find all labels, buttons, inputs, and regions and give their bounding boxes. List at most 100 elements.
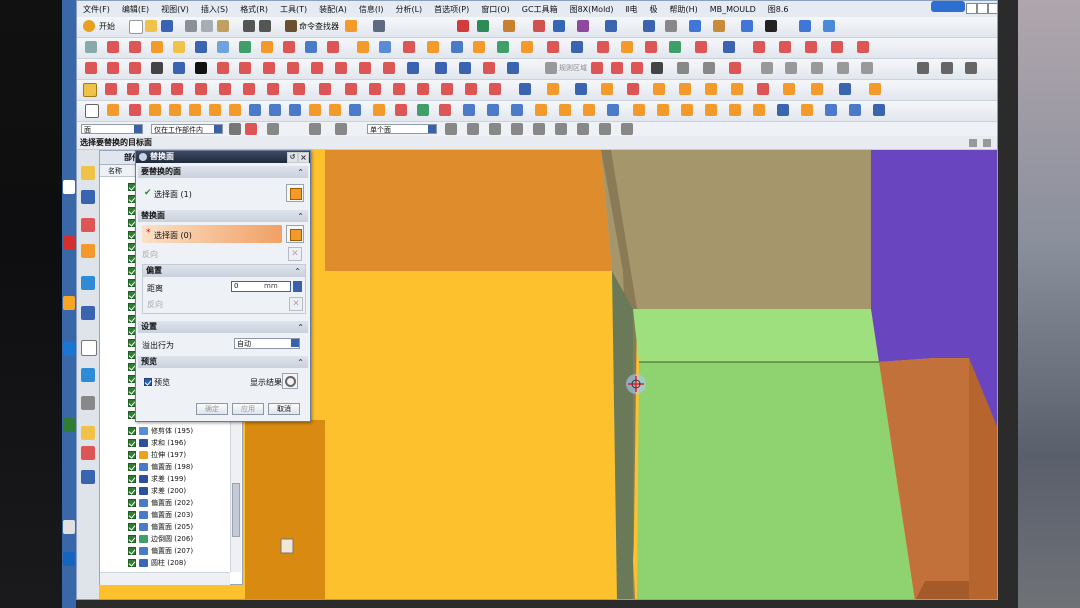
- app-shortcut-icon[interactable]: [63, 342, 75, 356]
- feature-checkbox[interactable]: [128, 463, 136, 471]
- n-sided-icon[interactable]: [779, 41, 791, 53]
- intersect-tool-icon[interactable]: [289, 104, 301, 116]
- feature-checkbox[interactable]: [128, 535, 136, 543]
- orange-top-face[interactable]: [325, 150, 612, 271]
- feature-checkbox[interactable]: [128, 475, 136, 483]
- replace-face-icon[interactable]: [451, 41, 463, 53]
- close-view-icon[interactable]: [983, 139, 991, 147]
- block-tool-icon[interactable]: [149, 104, 161, 116]
- intersection-point-icon[interactable]: [441, 83, 453, 95]
- show-result-button[interactable]: [282, 373, 298, 389]
- list-item[interactable]: 边倒圆 (206): [128, 533, 193, 545]
- feature-checkbox[interactable]: [128, 487, 136, 495]
- make-coplanar-icon[interactable]: [777, 104, 789, 116]
- sketch-icon[interactable]: [85, 41, 97, 53]
- overflow-behavior-select[interactable]: 自动: [234, 338, 300, 349]
- end-point-icon[interactable]: [369, 83, 381, 95]
- unite-tool-icon[interactable]: [249, 104, 261, 116]
- project-icon[interactable]: [287, 62, 299, 74]
- distance-input[interactable]: 0 mm: [231, 281, 291, 292]
- restore-view-icon[interactable]: [969, 139, 977, 147]
- ruled-area-label[interactable]: 规则区域: [559, 63, 587, 73]
- offset-region-icon[interactable]: [583, 104, 595, 116]
- scrollbar-thumb[interactable]: [232, 483, 240, 537]
- pointer-icon[interactable]: [267, 123, 279, 135]
- save-icon[interactable]: [161, 20, 173, 32]
- palette-icon[interactable]: [81, 426, 95, 440]
- curve-icon[interactable]: [553, 20, 565, 32]
- feature-checkbox[interactable]: [128, 523, 136, 531]
- text-icon[interactable]: [195, 62, 207, 74]
- ruled-icon[interactable]: [695, 41, 707, 53]
- face-tool-icon[interactable]: [487, 104, 499, 116]
- chamfer-tool-icon[interactable]: [349, 104, 361, 116]
- solid-icon[interactable]: [107, 104, 119, 116]
- fit-icon[interactable]: [823, 20, 835, 32]
- close-icon[interactable]: ×: [298, 152, 309, 163]
- circle-icon[interactable]: [651, 62, 663, 74]
- pull-face-icon[interactable]: [559, 104, 571, 116]
- list-item[interactable]: 求和 (196): [128, 437, 186, 449]
- minimize-button[interactable]: [966, 3, 977, 14]
- khaki-face[interactable]: [601, 150, 871, 309]
- undo-icon[interactable]: [243, 20, 255, 32]
- select-all-icon[interactable]: [245, 123, 257, 135]
- ok-button[interactable]: 确定: [196, 403, 228, 415]
- make-parallel-icon[interactable]: [873, 104, 885, 116]
- extract-icon[interactable]: [359, 62, 371, 74]
- menu-preferences[interactable]: 首选项(P): [428, 4, 475, 15]
- chamfer-icon[interactable]: [261, 41, 273, 53]
- menu-mb-mould[interactable]: MB_MOULD: [704, 5, 762, 14]
- stretch-icon[interactable]: [267, 83, 279, 95]
- list-item[interactable]: 偏置面 (202): [128, 497, 193, 509]
- thicken-icon[interactable]: [547, 41, 559, 53]
- rib-icon[interactable]: [757, 83, 769, 95]
- menu-analysis[interactable]: 分析(L): [389, 4, 428, 15]
- menu-edit[interactable]: 编辑(E): [116, 4, 155, 15]
- make-symmetric-icon[interactable]: [849, 104, 861, 116]
- snap-intersect-icon[interactable]: [511, 123, 523, 135]
- pattern-icon[interactable]: [357, 41, 369, 53]
- replacement-face-selector[interactable]: * 选择面 (0): [142, 225, 282, 243]
- target-face-selector[interactable]: 选择面 (1): [154, 189, 192, 200]
- menu-version[interactable]: 图8.6: [762, 4, 795, 15]
- menu-electrode[interactable]: Ⅱ电: [620, 4, 644, 15]
- list-item[interactable]: 求差 (200): [128, 485, 186, 497]
- open-folder-icon[interactable]: [145, 20, 157, 32]
- orient-icon[interactable]: [799, 20, 811, 32]
- select-face-button[interactable]: [286, 184, 304, 202]
- section-icon[interactable]: [335, 62, 347, 74]
- through-curves-icon[interactable]: [645, 41, 657, 53]
- constraint-navigator-icon[interactable]: [81, 190, 95, 204]
- snap-midpoint-icon[interactable]: [467, 123, 479, 135]
- cut-icon[interactable]: [185, 20, 197, 32]
- sew-tool-icon[interactable]: [329, 104, 341, 116]
- trim-curve-icon[interactable]: [857, 41, 869, 53]
- extract-tool-icon[interactable]: [395, 104, 407, 116]
- command-finder-button[interactable]: 命令查找器: [299, 21, 339, 32]
- app-shortcut-icon[interactable]: [63, 236, 75, 250]
- cancel-button[interactable]: 取消: [268, 403, 300, 415]
- word-doc-icon[interactable]: [63, 552, 75, 566]
- section-target-face[interactable]: 要替换的面 ⌃: [138, 166, 308, 178]
- copy-curve-icon[interactable]: [507, 62, 519, 74]
- join-icon[interactable]: [383, 62, 395, 74]
- fillet-curve-icon[interactable]: [677, 62, 689, 74]
- section-replacement-face[interactable]: 替换面 ⌃: [138, 210, 308, 222]
- intersect-icon[interactable]: [311, 62, 323, 74]
- block-icon[interactable]: [653, 83, 665, 95]
- curve-length-icon[interactable]: [171, 83, 183, 95]
- navigator-h-scrollbar[interactable]: [100, 572, 230, 585]
- center-point-icon[interactable]: [465, 83, 477, 95]
- mirror-icon[interactable]: [379, 41, 391, 53]
- link-icon[interactable]: [439, 104, 451, 116]
- delete-face-icon[interactable]: [497, 41, 509, 53]
- arc-icon[interactable]: [107, 62, 119, 74]
- combine-icon[interactable]: [459, 62, 471, 74]
- bridge-icon[interactable]: [263, 62, 275, 74]
- hole-tool-icon[interactable]: [129, 104, 141, 116]
- selection-mode-icon[interactable]: [309, 123, 321, 135]
- shading-icon[interactable]: [713, 20, 725, 32]
- arc-point-icon[interactable]: [591, 62, 603, 74]
- polygon-icon[interactable]: [129, 41, 141, 53]
